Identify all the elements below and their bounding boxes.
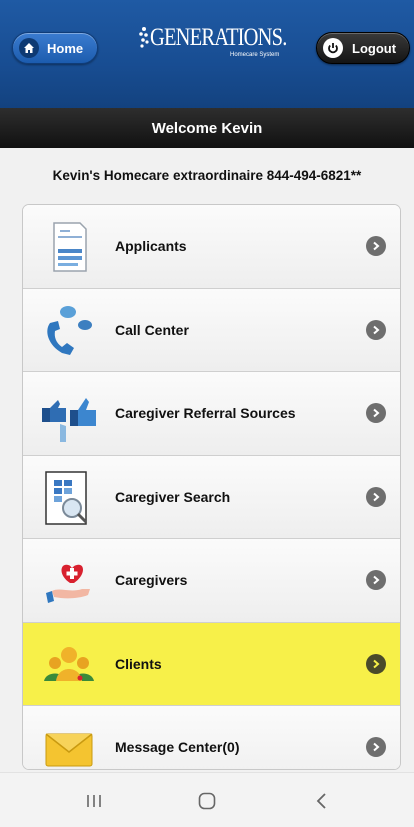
chevron-right-icon [366, 486, 386, 507]
menu-item-label: Caregiver Search [115, 488, 231, 505]
chevron-right-icon [366, 403, 386, 424]
home-circle-icon [198, 792, 216, 810]
menu-item-label: Caregiver Referral Sources [115, 405, 296, 422]
envelope-icon [45, 733, 93, 767]
menu-item-clients[interactable]: Clients [23, 622, 400, 706]
recent-apps-button[interactable] [74, 787, 114, 815]
logout-button[interactable]: Logout [316, 32, 410, 64]
main-menu: Applicants Call Center Caregiver Referra… [22, 204, 401, 770]
chevron-right-icon [366, 570, 386, 591]
welcome-bar: Welcome Kevin [0, 108, 414, 148]
recent-apps-icon [87, 795, 101, 807]
home-button-label: Home [47, 40, 84, 56]
menu-item-call-center[interactable]: Call Center [23, 288, 400, 372]
back-nav-button[interactable] [302, 787, 342, 815]
menu-item-label: Clients [115, 655, 162, 672]
menu-item-label: Message Center(0) [115, 739, 240, 756]
heart-hand-icon [46, 564, 90, 603]
chevron-right-icon [366, 737, 386, 758]
menu-item-caregiver-search[interactable]: Caregiver Search [23, 455, 400, 539]
menu-item-applicants[interactable]: Applicants [23, 205, 400, 289]
logo-mark-icon [139, 27, 149, 48]
logout-button-label: Logout [352, 40, 397, 56]
company-line: Kevin's Homecare extraordinaire 844-494-… [52, 167, 362, 183]
screen: Home GENERATIONS. Homecare System Logout… [0, 0, 414, 827]
generations-logo: GENERATIONS. Homecare System [138, 22, 298, 62]
people-group-icon [44, 646, 94, 681]
app-header: Home GENERATIONS. Homecare System Logout [0, 0, 414, 108]
menu-item-caregiver-referral-sources[interactable]: Caregiver Referral Sources [23, 372, 400, 456]
logout-icon [323, 38, 343, 58]
menu-item-label: Applicants [115, 238, 187, 255]
logo-subtext: Homecare System [230, 52, 280, 58]
home-nav-button[interactable] [187, 787, 227, 815]
menu-item-label: Call Center [115, 321, 189, 338]
phone-chat-icon [47, 305, 92, 355]
applicants-form-icon [53, 222, 87, 272]
thumbs-up-icon [42, 398, 96, 442]
android-nav-bar [0, 772, 414, 827]
menu-item-message-center[interactable]: Message Center(0) [23, 706, 400, 769]
menu-item-caregivers[interactable]: Caregivers [23, 539, 400, 623]
chevron-right-icon [366, 319, 386, 340]
chevron-right-icon [366, 653, 386, 674]
chevron-right-icon [366, 236, 386, 257]
menu-item-label: Caregivers [115, 572, 188, 589]
logo-text: GENERATIONS. [150, 24, 287, 51]
search-document-icon [45, 470, 88, 525]
home-icon [19, 38, 39, 58]
back-icon [316, 793, 326, 809]
home-button[interactable]: Home [12, 32, 98, 64]
